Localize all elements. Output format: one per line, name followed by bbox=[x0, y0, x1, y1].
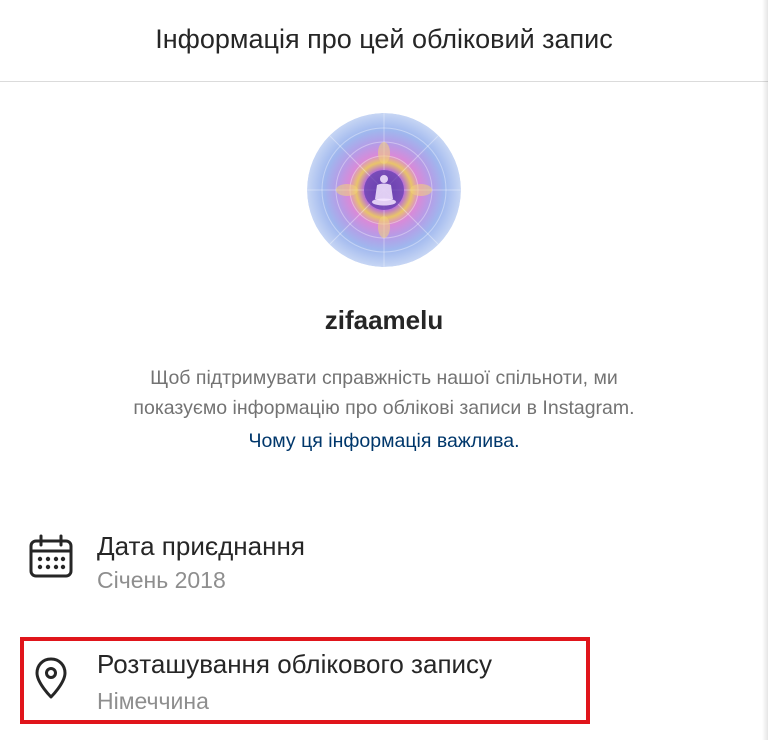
dialog-title: Інформація про цей обліковий запис bbox=[155, 24, 613, 54]
join-date-label: Дата приєднання bbox=[97, 531, 305, 561]
profile-avatar bbox=[307, 113, 461, 267]
join-date-value: Січень 2018 bbox=[97, 567, 226, 593]
description-line: Щоб підтримувати справжність нашої спіль… bbox=[150, 367, 618, 389]
join-date-row: Дата приєднання Січень 2018 bbox=[24, 520, 594, 600]
dialog-header: Інформація про цей обліковий запис bbox=[0, 0, 768, 82]
profile-description: Щоб підтримувати справжність нашої спіль… bbox=[0, 363, 768, 423]
location-highlight-box bbox=[20, 637, 590, 724]
calendar-icon bbox=[28, 534, 74, 580]
account-info-dialog: Інформація про цей обліковий запис zifaa… bbox=[0, 0, 768, 740]
description-line: показуємо інформацію про облікові записи… bbox=[133, 397, 635, 419]
why-important-link[interactable]: Чому ця інформація важлива. bbox=[0, 430, 768, 453]
profile-username: zifaamelu bbox=[324, 305, 444, 335]
